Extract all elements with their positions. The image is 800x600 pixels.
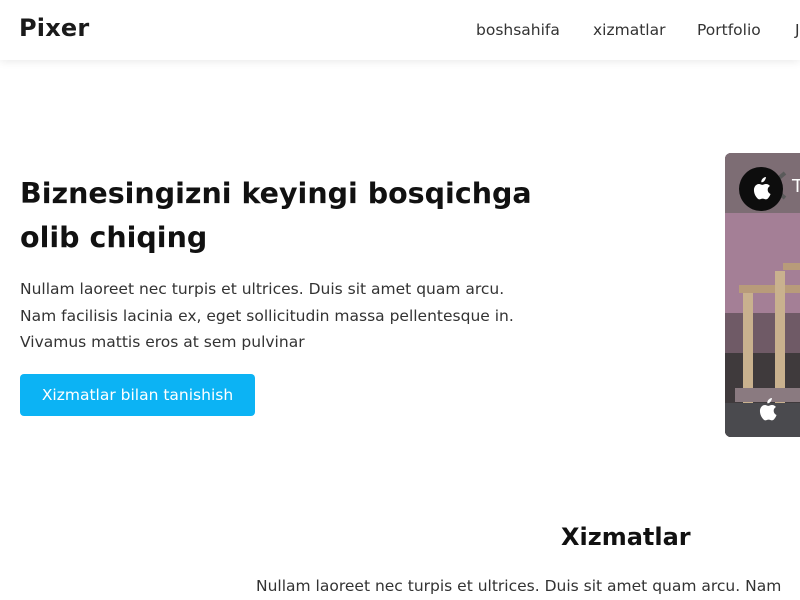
nav-menu: boshsahifa xizmatlar Portfolio J (0, 19, 800, 41)
services-cta-button[interactable]: Xizmatlar bilan tanishish (20, 374, 255, 416)
apple-icon[interactable] (739, 167, 783, 211)
nav-link-truncated[interactable]: J (795, 19, 800, 41)
apple-glyph (759, 398, 777, 421)
navbar: Pixer boshsahifa xizmatlar Portfolio J (0, 0, 800, 60)
services-title: Xizmatlar (561, 523, 691, 551)
video-title: T (792, 176, 800, 197)
hero-title: Biznesingizni keyingi bosqichga olib chi… (20, 177, 532, 254)
apple-icon (755, 397, 779, 423)
nav-link-xizmatlar[interactable]: xizmatlar (593, 19, 665, 41)
nav-link-boshsahifa[interactable]: boshsahifa (476, 19, 560, 41)
page: Pixer boshsahifa xizmatlar Portfolio J B… (0, 0, 800, 600)
services-description: Nullam laoreet nec turpis et ultrices. D… (256, 577, 782, 595)
hero-description: Nullam laoreet nec turpis et ultrices. D… (20, 280, 514, 351)
nav-link-portfolio[interactable]: Portfolio (697, 19, 761, 41)
video-preview-card[interactable]: T (725, 153, 800, 437)
apple-glyph (753, 177, 771, 200)
